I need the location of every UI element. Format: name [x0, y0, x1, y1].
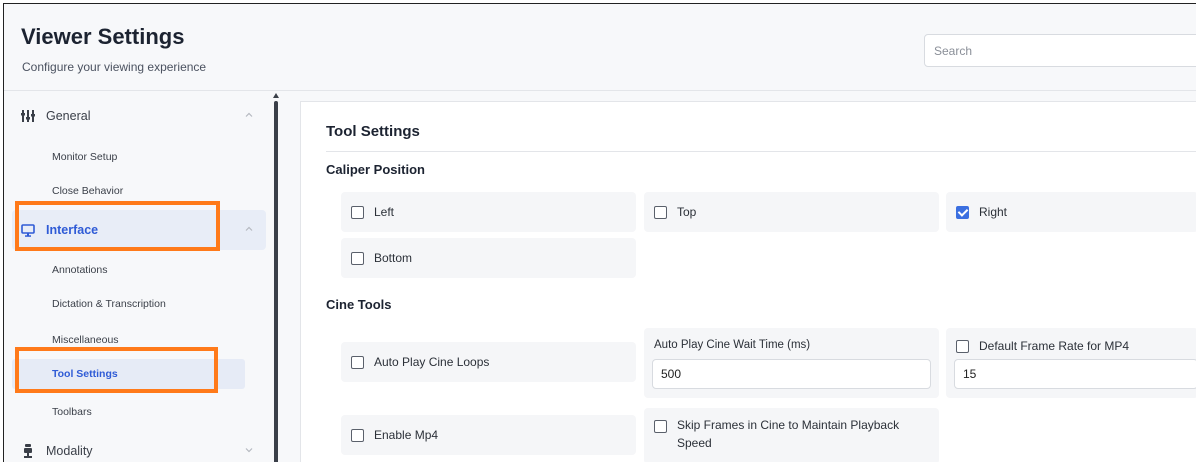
- sidebar-item-annotations[interactable]: Annotations: [12, 255, 245, 285]
- sidebar-item-miscellaneous[interactable]: Miscellaneous: [12, 325, 245, 355]
- enable-mp4-option[interactable]: Enable Mp4: [341, 415, 636, 455]
- caliper-option-bottom[interactable]: Bottom: [341, 238, 636, 278]
- chevron-up-icon: [245, 112, 253, 117]
- skip-frames-option[interactable]: Skip Frames in Cine to Maintain Playback…: [654, 418, 924, 452]
- checkbox[interactable]: [351, 205, 364, 219]
- cine-wait-time-input[interactable]: [652, 359, 931, 389]
- scroll-up-icon[interactable]: [273, 93, 279, 99]
- option-label: Top: [677, 205, 697, 219]
- section-title-caliper: Caliper Position: [326, 162, 425, 177]
- checkbox[interactable]: [351, 428, 364, 442]
- sidebar-item-toolbars[interactable]: Toolbars: [12, 397, 245, 427]
- page-header: Viewer Settings Configure your viewing e…: [4, 4, 1196, 90]
- section-title-cine: Cine Tools: [326, 297, 392, 312]
- sidebar-item-tool-settings[interactable]: Tool Settings: [12, 359, 245, 389]
- sidebar-item-dictation[interactable]: Dictation & Transcription: [12, 289, 245, 319]
- caliper-option-top[interactable]: Top: [644, 192, 939, 232]
- sidebar-group-general[interactable]: General: [12, 96, 266, 136]
- sidebar-group-label: General: [46, 109, 91, 123]
- sidebar-group-label: Modality: [46, 444, 93, 458]
- option-label: Bottom: [374, 251, 413, 265]
- monitor-icon: [21, 223, 35, 237]
- checkbox[interactable]: [654, 205, 667, 219]
- option-label: Left: [374, 205, 395, 219]
- caliper-option-left[interactable]: Left: [341, 192, 636, 232]
- sidebar-item-monitor-setup[interactable]: Monitor Setup: [12, 142, 245, 172]
- sliders-icon: [21, 109, 35, 123]
- option-label: Auto Play Cine Loops: [374, 355, 490, 369]
- auto-play-cine-option[interactable]: Auto Play Cine Loops: [341, 342, 636, 382]
- checkbox[interactable]: [654, 420, 667, 433]
- checkbox[interactable]: [351, 355, 364, 369]
- sidebar-group-modality[interactable]: Modality: [12, 431, 266, 462]
- settings-sidebar: General Monitor Setup Close Behavior Int…: [4, 91, 266, 462]
- chevron-down-icon: [245, 448, 253, 453]
- cine-wait-time-field: Auto Play Cine Wait Time (ms): [644, 328, 939, 398]
- settings-panel: Tool Settings Caliper Position Left Top …: [300, 101, 1196, 462]
- chevron-up-icon: [245, 226, 253, 231]
- panel-divider: [326, 151, 1196, 152]
- sidebar-scrollbar-thumb[interactable]: [274, 101, 278, 462]
- sidebar-group-interface[interactable]: Interface: [12, 210, 266, 250]
- page-subtitle: Configure your viewing experience: [22, 60, 207, 74]
- checkbox[interactable]: [956, 340, 969, 353]
- sidebar-group-label: Interface: [46, 223, 99, 237]
- sidebar-item-close-behavior[interactable]: Close Behavior: [12, 176, 245, 206]
- search-input[interactable]: [924, 34, 1196, 67]
- caliper-option-right[interactable]: Right: [946, 192, 1196, 232]
- option-label: Right: [979, 205, 1008, 219]
- checkbox[interactable]: [351, 251, 364, 265]
- frame-rate-option[interactable]: Default Frame Rate for MP4: [956, 339, 1129, 356]
- skip-frames-field: Skip Frames in Cine to Maintain Playback…: [644, 408, 939, 462]
- option-label: Skip Frames in Cine to Maintain Playback…: [677, 418, 900, 450]
- settings-window: Viewer Settings Configure your viewing e…: [3, 3, 1196, 462]
- checkbox-checked[interactable]: [956, 205, 969, 219]
- option-label: Enable Mp4: [374, 428, 439, 442]
- scanner-icon: [21, 444, 35, 458]
- frame-rate-input[interactable]: [954, 359, 1196, 389]
- field-label: Auto Play Cine Wait Time (ms): [654, 339, 811, 351]
- panel-title: Tool Settings: [326, 123, 420, 140]
- frame-rate-field: Default Frame Rate for MP4: [946, 328, 1196, 398]
- page-title: Viewer Settings: [21, 24, 185, 49]
- option-label: Default Frame Rate for MP4: [979, 339, 1130, 353]
